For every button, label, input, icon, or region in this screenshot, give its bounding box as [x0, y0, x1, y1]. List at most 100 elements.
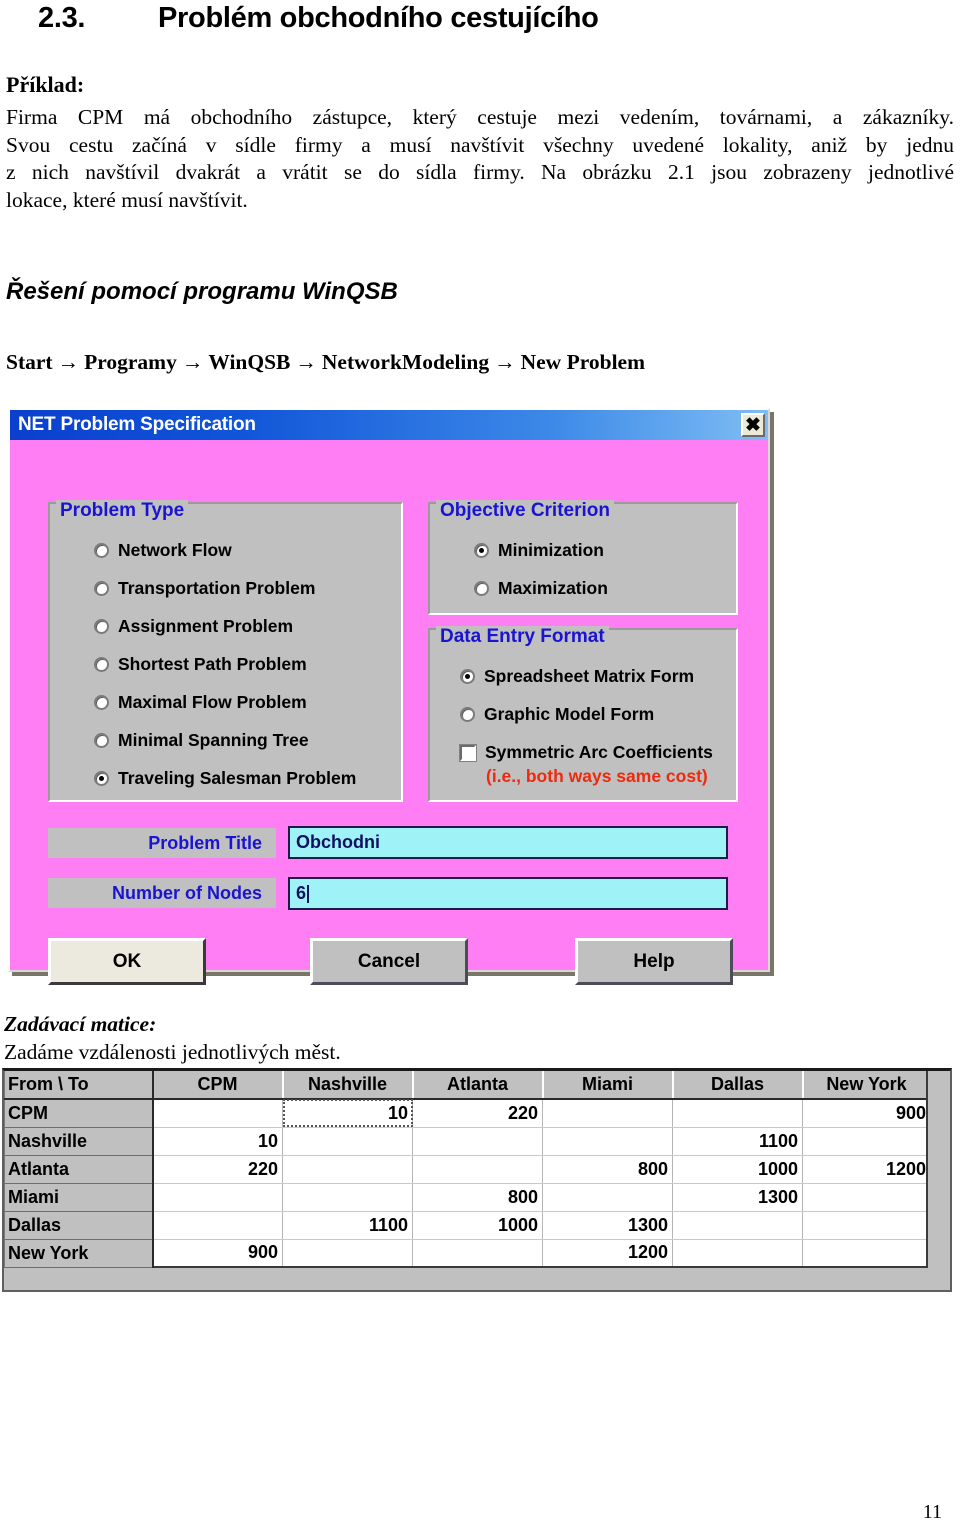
number-of-nodes-input[interactable]: 6 — [288, 877, 728, 910]
ok-button[interactable]: OK — [48, 938, 206, 985]
radio-icon-selected — [474, 543, 489, 558]
row-header-cpm[interactable]: CPM — [4, 1099, 154, 1128]
solution-heading: Řešení pomocí programu WinQSB — [6, 278, 398, 305]
radio-spreadsheet-matrix-form[interactable]: Spreadsheet Matrix Form — [460, 666, 694, 687]
radio-icon-selected — [460, 669, 475, 684]
row-header-dallas[interactable]: Dallas — [4, 1211, 154, 1240]
cell-new-york-dallas[interactable] — [672, 1239, 803, 1268]
matrix-caption: Zadávací matice: — [4, 1012, 157, 1036]
radio-minimal-spanning-tree[interactable]: Minimal Spanning Tree — [94, 730, 309, 751]
arrow-right-icon: → — [295, 350, 317, 374]
radio-label: Maximal Flow Problem — [118, 692, 307, 712]
checkbox-symmetric-arc-coefficients[interactable]: Symmetric Arc Coefficients — [459, 742, 713, 763]
help-button[interactable]: Help — [575, 938, 733, 985]
column-header-miami[interactable]: Miami — [542, 1071, 674, 1100]
radio-icon — [94, 543, 109, 558]
radio-graphic-model-form[interactable]: Graphic Model Form — [460, 704, 654, 725]
cell-miami-dallas[interactable]: 1300 — [672, 1183, 803, 1212]
cell-dallas-atlanta[interactable]: 1000 — [412, 1211, 543, 1240]
radio-icon — [94, 733, 109, 748]
document-page: 2.3. Problém obchodního cestujícího Příkl… — [0, 0, 960, 1536]
radio-traveling-salesman-problem[interactable]: Traveling Salesman Problem — [94, 768, 356, 789]
problem-title-label: Problem Title — [48, 828, 276, 858]
close-icon[interactable]: ✖ — [741, 413, 765, 437]
cell-dallas-dallas[interactable] — [672, 1211, 803, 1240]
radio-shortest-path-problem[interactable]: Shortest Path Problem — [94, 654, 307, 675]
column-header-cpm[interactable]: CPM — [152, 1071, 284, 1100]
checkbox-label: Symmetric Arc Coefficients — [485, 742, 713, 762]
cell-atlanta-nashville[interactable] — [282, 1155, 413, 1184]
cell-nashville-nashville[interactable] — [282, 1127, 413, 1156]
radio-icon — [94, 581, 109, 596]
distance-matrix-grid: From \ To CPM Nashville Atlanta Miami Da… — [2, 1068, 952, 1292]
row-header-atlanta[interactable]: Atlanta — [4, 1155, 154, 1184]
row-header-new-york[interactable]: New York — [4, 1239, 154, 1268]
cell-cpm-miami[interactable] — [542, 1099, 673, 1128]
example-paragraph: Firma CPM má obchodního zástupce, který … — [6, 104, 954, 214]
cell-nashville-new-york[interactable] — [802, 1127, 931, 1156]
text-caret — [307, 884, 309, 903]
radio-transportation-problem[interactable]: Transportation Problem — [94, 578, 315, 599]
radio-minimization[interactable]: Minimization — [474, 540, 604, 561]
cell-cpm-dallas[interactable] — [672, 1099, 803, 1128]
paragraph-line-1: Firma CPM má obchodního zástupce, který … — [6, 105, 954, 129]
problem-type-legend: Problem Type — [56, 500, 189, 522]
cell-new-york-miami[interactable]: 1200 — [542, 1239, 673, 1268]
problem-title-value: Obchodni — [296, 832, 380, 852]
data-entry-format-legend: Data Entry Format — [436, 626, 609, 648]
paragraph-line-2: Svou cestu začíná v sídle firmy a musí n… — [6, 132, 954, 157]
cell-new-york-new-york[interactable] — [802, 1239, 931, 1268]
data-entry-format-group: Data Entry Format Spreadsheet Matrix For… — [428, 626, 738, 802]
cancel-button[interactable]: Cancel — [310, 938, 468, 985]
cell-new-york-nashville[interactable] — [282, 1239, 413, 1268]
cell-atlanta-cpm[interactable]: 220 — [152, 1155, 283, 1184]
radio-maximization[interactable]: Maximization — [474, 578, 608, 599]
row-header-miami[interactable]: Miami — [4, 1183, 154, 1212]
cell-nashville-atlanta[interactable] — [412, 1127, 543, 1156]
column-header-atlanta[interactable]: Atlanta — [412, 1071, 544, 1100]
radio-icon-selected — [94, 771, 109, 786]
menu-path-item-winqsb: WinQSB — [208, 350, 291, 374]
distance-matrix-table: From \ To CPM Nashville Atlanta Miami Da… — [4, 1071, 932, 1268]
cell-miami-miami[interactable] — [542, 1183, 673, 1212]
objective-criterion-legend: Objective Criterion — [436, 500, 614, 522]
cell-nashville-dallas[interactable]: 1100 — [672, 1127, 803, 1156]
cell-miami-atlanta[interactable]: 800 — [412, 1183, 543, 1212]
radio-network-flow[interactable]: Network Flow — [94, 540, 232, 561]
radio-icon — [94, 619, 109, 634]
column-header-nashville[interactable]: Nashville — [282, 1071, 414, 1100]
row-header-nashville[interactable]: Nashville — [4, 1127, 154, 1156]
radio-icon — [94, 657, 109, 672]
radio-maximal-flow-problem[interactable]: Maximal Flow Problem — [94, 692, 307, 713]
cell-cpm-nashville[interactable]: 10 — [282, 1099, 413, 1128]
cell-new-york-atlanta[interactable] — [412, 1239, 543, 1268]
cell-miami-nashville[interactable] — [282, 1183, 413, 1212]
column-header-new-york[interactable]: New York — [802, 1071, 932, 1100]
column-header-dallas[interactable]: Dallas — [672, 1071, 804, 1100]
cell-cpm-new-york[interactable]: 900 — [802, 1099, 931, 1128]
cell-miami-cpm[interactable] — [152, 1183, 283, 1212]
cell-dallas-miami[interactable]: 1300 — [542, 1211, 673, 1240]
radio-label: Minimization — [498, 540, 604, 560]
radio-icon — [474, 581, 489, 596]
matrix-footer-strip — [4, 1268, 950, 1290]
problem-title-input[interactable]: Obchodni — [288, 826, 728, 859]
cell-dallas-new-york[interactable] — [802, 1211, 931, 1240]
cell-atlanta-new-york[interactable]: 1200 — [802, 1155, 931, 1184]
cell-atlanta-dallas[interactable]: 1000 — [672, 1155, 803, 1184]
cell-atlanta-miami[interactable]: 800 — [542, 1155, 673, 1184]
cell-dallas-cpm[interactable] — [152, 1211, 283, 1240]
cell-nashville-miami[interactable] — [542, 1127, 673, 1156]
cell-cpm-cpm[interactable] — [152, 1099, 283, 1128]
radio-assignment-problem[interactable]: Assignment Problem — [94, 616, 293, 637]
cell-new-york-cpm[interactable]: 900 — [152, 1239, 283, 1268]
cell-nashville-cpm[interactable]: 10 — [152, 1127, 283, 1156]
radio-label: Graphic Model Form — [484, 704, 655, 724]
cell-dallas-nashville[interactable]: 1100 — [282, 1211, 413, 1240]
cell-atlanta-atlanta[interactable] — [412, 1155, 543, 1184]
cell-miami-new-york[interactable] — [802, 1183, 931, 1212]
paragraph-line-3: z nich navštívil dvakrát a vrátit se do … — [6, 160, 954, 184]
cell-cpm-atlanta[interactable]: 220 — [412, 1099, 543, 1128]
page-number: 11 — [922, 1501, 942, 1523]
radio-label: Network Flow — [118, 540, 232, 560]
